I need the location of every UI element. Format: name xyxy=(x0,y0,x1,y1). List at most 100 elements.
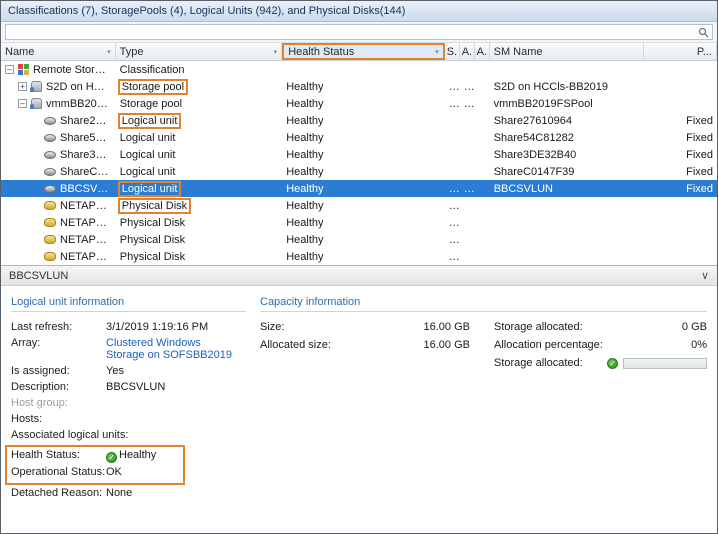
type-value: Logical unit xyxy=(120,149,176,161)
health-value xyxy=(282,61,445,78)
a1-value xyxy=(460,129,475,146)
column-header-type[interactable]: Type▾ xyxy=(116,43,283,60)
name-cell: NETAPP LUN... xyxy=(1,231,116,248)
sort-filter-icon[interactable]: ▾ xyxy=(274,48,278,56)
a1-value xyxy=(460,214,475,231)
annotation-box: Health Status:✓HealthyOperational Status… xyxy=(5,445,185,485)
p-value xyxy=(644,231,717,248)
capacity-col-a: Size:16.00 GBAllocated size:16.00 GB xyxy=(260,321,470,375)
a2-value xyxy=(475,180,490,197)
collapse-icon[interactable]: – xyxy=(18,99,27,108)
detail-value xyxy=(106,429,238,441)
type-cell: Classification xyxy=(116,61,283,78)
table-row[interactable]: Share276109...Logical unitHealthyShare27… xyxy=(1,112,717,129)
s-value: … xyxy=(445,197,460,214)
column-header-s[interactable]: S. xyxy=(445,43,460,60)
s-value xyxy=(445,163,460,180)
column-header-label: S. xyxy=(447,46,457,58)
type-value: Logical unit xyxy=(120,166,176,178)
pdisk-icon xyxy=(44,201,56,210)
name-cell: Share54C81... xyxy=(1,129,116,146)
a2-value xyxy=(475,129,490,146)
details-section-bar[interactable]: BBCSVLUN ∨ xyxy=(1,265,717,286)
table-row[interactable]: Share3DE32...Logical unitHealthyShare3DE… xyxy=(1,146,717,163)
table-row[interactable]: –Remote Storage Classification xyxy=(1,61,717,78)
column-header-name[interactable]: Name ▾ xyxy=(1,43,116,60)
array-link[interactable]: Clustered Windows Storage on SOFSBB2019 xyxy=(106,337,238,361)
capacity-info-panel: Capacity information Size:16.00 GBAlloca… xyxy=(260,296,707,533)
p-value: Fixed xyxy=(644,146,717,163)
a2-value xyxy=(475,248,490,265)
column-header-sm[interactable]: SM Name xyxy=(490,43,645,60)
health-value: Healthy xyxy=(282,197,445,214)
capacity-label: Storage allocated: xyxy=(494,357,607,369)
name-cell: –Remote Storage xyxy=(1,61,116,78)
search-input[interactable] xyxy=(9,26,698,39)
sm-value xyxy=(490,197,645,214)
table-row[interactable]: +S2D on HCCls-B...Storage poolHealthy……S… xyxy=(1,78,717,95)
detail-label: Array: xyxy=(11,337,106,361)
capacity-value: ✓ xyxy=(607,358,707,369)
search-box[interactable] xyxy=(5,24,713,40)
health-value: Healthy xyxy=(282,95,445,112)
column-header-p[interactable]: P... xyxy=(644,43,717,60)
type-cell: Logical unit xyxy=(116,163,283,180)
expand-icon[interactable]: + xyxy=(18,82,27,91)
table-row[interactable]: Share54C81...Logical unitHealthyShare54C… xyxy=(1,129,717,146)
sort-filter-icon[interactable]: ▾ xyxy=(435,48,439,56)
table-row[interactable]: NETAPP LUN...Physical DiskHealthy… xyxy=(1,214,717,231)
p-value xyxy=(644,95,717,112)
type-cell: Logical unit xyxy=(116,180,283,197)
row-name: BBCSVLUN xyxy=(60,183,112,195)
table-row[interactable]: –vmmBB2019FSP...Storage poolHealthy……vmm… xyxy=(1,95,717,112)
detail-label: Host group: xyxy=(11,397,106,409)
name-cell: BBCSVLUN xyxy=(1,180,116,197)
pdisk-icon xyxy=(44,218,56,227)
collapse-icon[interactable]: – xyxy=(5,65,14,74)
classification-icon xyxy=(18,64,29,75)
column-header-label: Name xyxy=(5,46,34,58)
detail-row: Health Status:✓Healthy xyxy=(11,449,179,463)
a2-value xyxy=(475,231,490,248)
column-header-a1[interactable]: A. xyxy=(460,43,475,60)
column-header-a2[interactable]: A. xyxy=(475,43,490,60)
table-row[interactable]: NETAPP LUN...Physical DiskHealthy… xyxy=(1,231,717,248)
search-icon[interactable] xyxy=(698,27,709,38)
pool-icon xyxy=(31,98,42,109)
type-value: Logical unit xyxy=(118,113,182,129)
detail-value: ✓Healthy xyxy=(106,449,179,463)
p-value xyxy=(644,197,717,214)
s-value: … xyxy=(445,78,460,95)
table-row[interactable]: NETAPP LUN...Physical DiskHealthy… xyxy=(1,248,717,265)
capacity-label: Allocated size: xyxy=(260,339,424,351)
sm-value: Share54C81282 xyxy=(490,129,645,146)
sort-filter-icon[interactable]: ▾ xyxy=(107,48,111,56)
capacity-value: 0% xyxy=(691,339,707,351)
type-value: Classification xyxy=(120,64,185,76)
detail-label: Last refresh: xyxy=(11,321,106,333)
row-name: S2D on HCCls-B... xyxy=(46,81,112,93)
chevron-down-icon[interactable]: ∨ xyxy=(701,271,709,281)
capacity-row: Allocated size:16.00 GB xyxy=(260,339,470,351)
table-row[interactable]: BBCSVLUNLogical unitHealthy……BBCSVLUNFix… xyxy=(1,180,717,197)
healthy-check-icon: ✓ xyxy=(106,452,117,463)
table-row[interactable]: ShareC0147F...Logical unitHealthyShareC0… xyxy=(1,163,717,180)
detail-row: Description:BBCSVLUN xyxy=(11,381,246,393)
name-cell: –vmmBB2019FSP... xyxy=(1,95,116,112)
table-row[interactable]: NETAPP LUN...Physical DiskHealthy… xyxy=(1,197,717,214)
s-value xyxy=(445,146,460,163)
row-name: NETAPP LUN... xyxy=(60,200,112,212)
row-name: Share276109... xyxy=(60,115,112,127)
lun-icon xyxy=(44,134,56,142)
health-value: Healthy xyxy=(282,163,445,180)
a2-value xyxy=(475,214,490,231)
name-cell: Share3DE32... xyxy=(1,146,116,163)
detail-label: Hosts: xyxy=(11,413,106,425)
pool-icon xyxy=(31,81,42,92)
type-value: Physical Disk xyxy=(120,217,185,229)
capacity-label: Storage allocated: xyxy=(494,321,682,333)
type-cell: Physical Disk xyxy=(116,231,283,248)
column-header-health[interactable]: Health Status▾ xyxy=(282,43,445,60)
detail-row: Associated logical units: xyxy=(11,429,246,441)
health-value: Healthy xyxy=(282,248,445,265)
